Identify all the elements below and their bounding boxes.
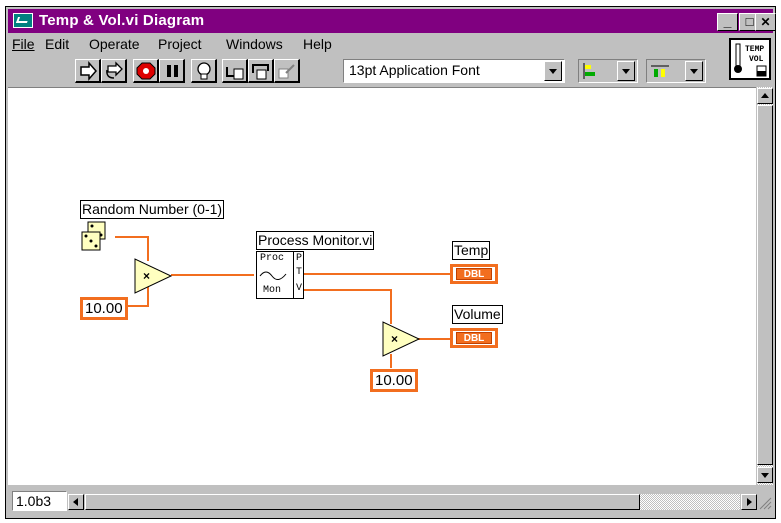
- subvi-terminals: P T V: [293, 252, 304, 298]
- temp-label[interactable]: Temp: [452, 241, 491, 260]
- terminal-v[interactable]: V: [296, 283, 302, 294]
- multiply-node-1: ×: [134, 258, 173, 294]
- volume-indicator[interactable]: DBL: [450, 328, 498, 348]
- align-objects-icon: [583, 63, 595, 79]
- run-continuous-icon[interactable]: [101, 59, 127, 83]
- temp-indicator[interactable]: DBL: [450, 264, 498, 284]
- constant-10-input-2[interactable]: 10.00: [370, 369, 418, 392]
- dice-icon[interactable]: [80, 221, 116, 255]
- menu-edit[interactable]: Edit: [45, 36, 69, 52]
- wire-random-to-multiply: [115, 236, 149, 261]
- random-number-label[interactable]: Random Number (0-1): [80, 200, 225, 219]
- multiply-node-2: ×: [382, 321, 421, 357]
- step-over-icon[interactable]: [248, 59, 274, 83]
- wire-volume-to-multiply: [292, 289, 392, 324]
- terminal-p[interactable]: P: [296, 253, 302, 264]
- distribute-objects-dropdown[interactable]: [646, 59, 706, 83]
- abort-icon[interactable]: [133, 59, 159, 83]
- beaker-icon: [756, 65, 767, 77]
- wires-layer: × ×: [115, 236, 450, 368]
- toolbar: 13pt Application Font: [8, 56, 715, 84]
- vertical-scrollbar[interactable]: [757, 87, 773, 485]
- resize-grip-icon[interactable]: [758, 496, 772, 510]
- menu-project[interactable]: Project: [158, 36, 202, 52]
- block-diagram-canvas[interactable]: × × Random Number (0-1) 10.00 Process Mo…: [8, 87, 756, 485]
- version-status: 1.0b3: [12, 491, 67, 511]
- minimize-button[interactable]: _: [717, 13, 738, 31]
- font-selector[interactable]: 13pt Application Font: [343, 59, 565, 83]
- distribute-dropdown-button[interactable]: [685, 61, 703, 81]
- process-monitor-label[interactable]: Process Monitor.vi: [256, 231, 375, 250]
- horizontal-scroll-track[interactable]: [85, 494, 740, 510]
- waveform-icon: [259, 271, 287, 280]
- align-dropdown-button[interactable]: [617, 61, 635, 81]
- constant-10-input[interactable]: 10.00: [80, 297, 128, 320]
- svg-text:×: ×: [143, 269, 150, 283]
- menu-operate[interactable]: Operate: [89, 36, 140, 52]
- step-out-icon[interactable]: [274, 59, 300, 83]
- title-bar[interactable]: Temp & Vol.vi Diagram _ □ ✕: [8, 9, 776, 33]
- pause-icon[interactable]: [159, 59, 185, 83]
- labview-diagram-window: Temp & Vol.vi Diagram _ □ ✕ File Edit Op…: [5, 6, 776, 519]
- scroll-right-button[interactable]: [741, 494, 757, 510]
- bottom-bar: 1.0b3: [8, 486, 773, 515]
- font-dropdown-button[interactable]: [544, 61, 562, 81]
- process-monitor-subvi[interactable]: Proc Mon P T V: [256, 251, 304, 299]
- window-title: Temp & Vol.vi Diagram: [39, 12, 205, 29]
- terminal-t[interactable]: T: [296, 267, 302, 278]
- menu-windows[interactable]: Windows: [226, 36, 283, 52]
- vi-connector-icon[interactable]: TEMP VOL: [729, 38, 771, 80]
- highlight-execution-icon[interactable]: [191, 59, 217, 83]
- close-button[interactable]: ✕: [755, 13, 776, 31]
- vertical-scroll-thumb[interactable]: [757, 105, 773, 465]
- svg-text:×: ×: [391, 332, 398, 346]
- step-into-icon[interactable]: [222, 59, 248, 83]
- volume-label[interactable]: Volume: [452, 305, 503, 324]
- run-arrow-icon[interactable]: [75, 59, 101, 83]
- align-objects-dropdown[interactable]: [578, 59, 638, 83]
- scroll-down-button[interactable]: [757, 467, 773, 483]
- distribute-objects-icon: [651, 65, 669, 77]
- menu-help[interactable]: Help: [303, 36, 332, 52]
- scroll-up-button[interactable]: [757, 88, 773, 104]
- scroll-left-button[interactable]: [68, 494, 84, 510]
- menu-file[interactable]: File: [12, 36, 35, 52]
- horizontal-scroll-thumb[interactable]: [85, 494, 640, 510]
- menu-bar: File Edit Operate Project Windows Help: [8, 35, 715, 55]
- labview-window-icon[interactable]: [13, 13, 33, 28]
- thermometer-icon: [734, 43, 742, 73]
